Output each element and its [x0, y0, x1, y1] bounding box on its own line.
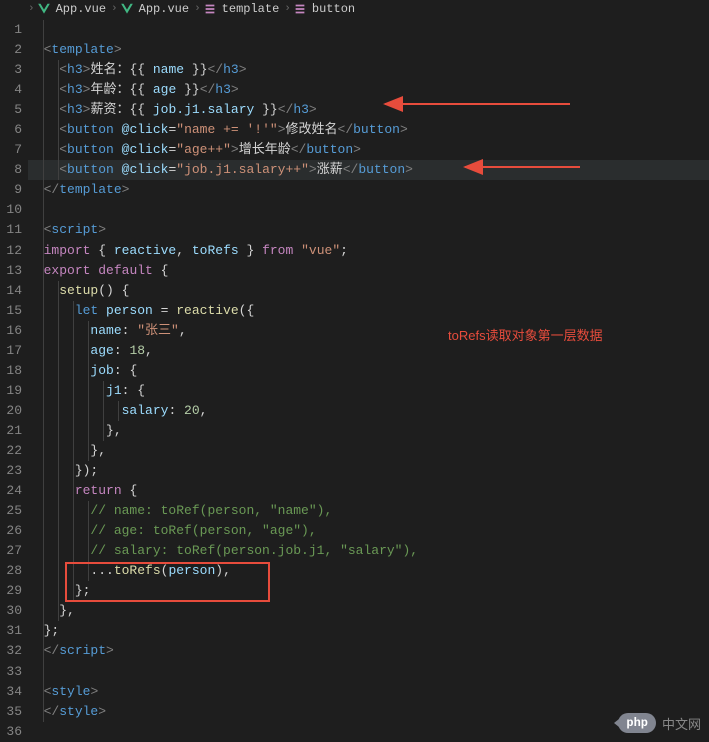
line-number: 26	[0, 521, 22, 541]
line-number: 9	[0, 180, 22, 200]
code-line: job: {	[28, 361, 709, 381]
code-editor[interactable]: 1 2 3 4 5 6 7 8 9 10 11 12 13 14 15 16 1…	[0, 18, 709, 741]
chevron-icon: ›	[284, 3, 291, 15]
line-number: 17	[0, 341, 22, 361]
code-line: setup() {	[28, 281, 709, 301]
code-line: </style>	[28, 702, 709, 722]
line-number: 3	[0, 60, 22, 80]
line-number: 36	[0, 722, 22, 742]
symbol-icon	[293, 2, 307, 16]
line-number: 34	[0, 682, 22, 702]
code-line: };	[28, 621, 709, 641]
code-line: <h3>年龄：{{ age }}</h3>	[28, 80, 709, 100]
watermark-logo: php	[618, 713, 656, 733]
line-number: 12	[0, 241, 22, 261]
watermark-text: 中文网	[662, 714, 701, 733]
code-line: let person = reactive({	[28, 301, 709, 321]
code-line: });	[28, 461, 709, 481]
line-number: 35	[0, 702, 22, 722]
breadcrumb[interactable]: › App.vue › App.vue › template › button	[0, 0, 709, 18]
code-line: // salary: toRef(person.job.j1, "salary"…	[28, 541, 709, 561]
code-line: </template>	[28, 180, 709, 200]
line-number: 2	[0, 40, 22, 60]
line-number: 13	[0, 261, 22, 281]
line-number: 18	[0, 361, 22, 381]
line-gutter: 1 2 3 4 5 6 7 8 9 10 11 12 13 14 15 16 1…	[0, 18, 28, 741]
code-line: },	[28, 441, 709, 461]
line-number: 27	[0, 541, 22, 561]
line-number: 4	[0, 80, 22, 100]
line-number: 20	[0, 401, 22, 421]
code-line: age: 18,	[28, 341, 709, 361]
chevron-icon: ›	[28, 3, 35, 15]
line-number: 30	[0, 601, 22, 621]
symbol-icon	[203, 2, 217, 16]
code-line: // age: toRef(person, "age"),	[28, 521, 709, 541]
code-content[interactable]: <template> <h3>姓名：{{ name }}</h3> <h3>年龄…	[28, 18, 709, 741]
annotation-text: toRefs读取对象第一层数据	[448, 325, 603, 344]
code-line: <style>	[28, 682, 709, 702]
code-line: <script>	[28, 220, 709, 240]
code-line: <h3>薪资：{{ job.j1.salary }}</h3>	[28, 100, 709, 120]
code-line: export default {	[28, 261, 709, 281]
breadcrumb-item[interactable]: App.vue	[56, 2, 106, 16]
line-number: 1	[0, 20, 22, 40]
line-number: 29	[0, 581, 22, 601]
line-number: 24	[0, 481, 22, 501]
line-number: 23	[0, 461, 22, 481]
line-number: 10	[0, 200, 22, 220]
watermark: php 中文网	[618, 713, 701, 733]
line-number: 14	[0, 281, 22, 301]
line-number: 8	[0, 160, 22, 180]
line-number: 21	[0, 421, 22, 441]
code-line	[28, 662, 709, 682]
line-number: 22	[0, 441, 22, 461]
code-line: name: "张三",	[28, 321, 709, 341]
line-number: 33	[0, 662, 22, 682]
code-line: <button @click="name += '!'">修改姓名</butto…	[28, 120, 709, 140]
code-line: salary: 20,	[28, 401, 709, 421]
code-line: },	[28, 421, 709, 441]
code-line: };	[28, 581, 709, 601]
vue-file-icon	[37, 2, 51, 16]
code-line: import { reactive, toRefs } from "vue";	[28, 241, 709, 261]
line-number: 7	[0, 140, 22, 160]
code-line: // name: toRef(person, "name"),	[28, 501, 709, 521]
breadcrumb-item[interactable]: App.vue	[139, 2, 189, 16]
breadcrumb-item[interactable]: button	[312, 2, 355, 16]
line-number: 11	[0, 220, 22, 240]
vue-file-icon	[120, 2, 134, 16]
line-number: 15	[0, 301, 22, 321]
chevron-icon: ›	[111, 3, 118, 15]
breadcrumb-item[interactable]: template	[222, 2, 280, 16]
code-line: </script>	[28, 641, 709, 661]
code-line	[28, 200, 709, 220]
chevron-icon: ›	[194, 3, 201, 15]
line-number: 31	[0, 621, 22, 641]
line-number: 5	[0, 100, 22, 120]
line-number: 6	[0, 120, 22, 140]
line-number: 19	[0, 381, 22, 401]
code-line: <button @click="job.j1.salary++">涨薪</but…	[28, 160, 709, 180]
code-line: },	[28, 601, 709, 621]
code-line: return {	[28, 481, 709, 501]
code-line: <template>	[28, 40, 709, 60]
code-line: <button @click="age++">增长年龄</button>	[28, 140, 709, 160]
line-number: 16	[0, 321, 22, 341]
line-number: 25	[0, 501, 22, 521]
code-line: j1: {	[28, 381, 709, 401]
line-number: 28	[0, 561, 22, 581]
code-line: <h3>姓名：{{ name }}</h3>	[28, 60, 709, 80]
line-number: 32	[0, 641, 22, 661]
code-line: ...toRefs(person),	[28, 561, 709, 581]
code-line	[28, 20, 709, 40]
